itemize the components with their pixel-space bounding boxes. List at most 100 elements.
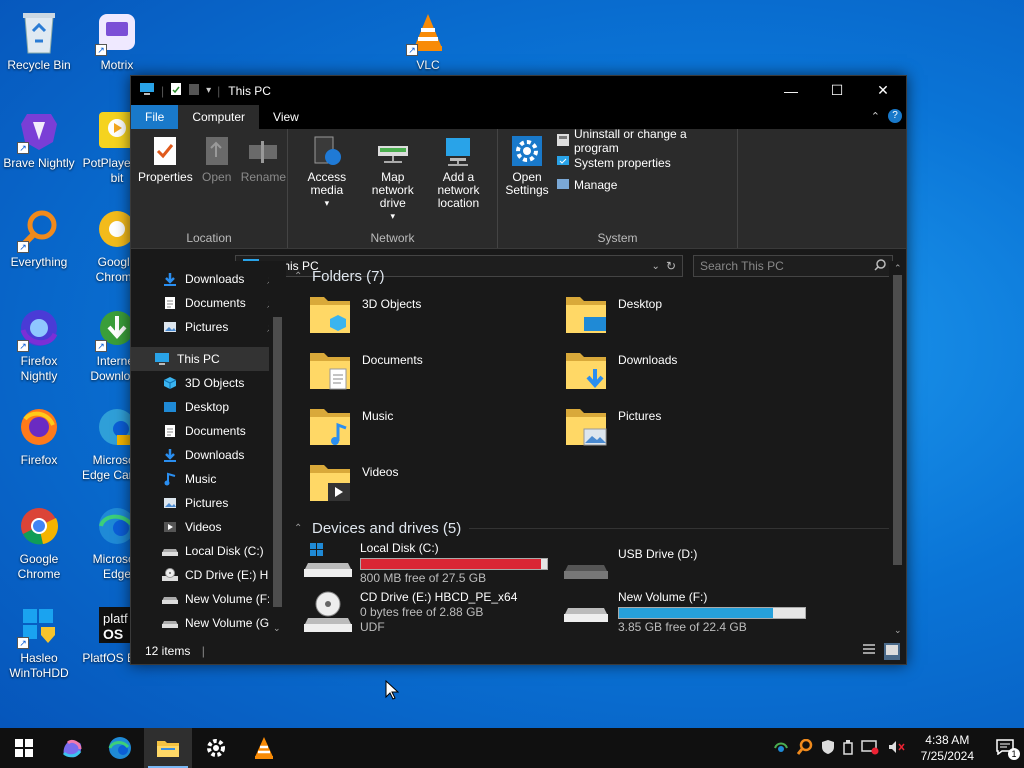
uninstall-program-button[interactable]: Uninstall or change a program: [556, 127, 733, 155]
title-bar[interactable]: | ▾ | This PC — ☐ ✕: [131, 76, 906, 105]
svg-text:OS: OS: [103, 626, 123, 642]
folder-desktop[interactable]: Desktop: [564, 293, 814, 340]
clock[interactable]: 4:38 AM 7/25/2024: [913, 732, 982, 764]
mouse-cursor-icon: [385, 680, 399, 700]
nav-item-3d-objects[interactable]: 3D Objects: [131, 371, 286, 395]
everything-tray-icon[interactable]: [796, 738, 813, 758]
details-view-icon[interactable]: [862, 643, 876, 660]
minimize-button[interactable]: —: [768, 76, 814, 105]
nav-item-pictures[interactable]: Pictures📌: [131, 315, 286, 339]
folder-3d-objects[interactable]: 3D Objects: [308, 293, 558, 340]
system-tray: 4:38 AM 7/25/2024 1: [773, 728, 1024, 768]
notification-badge: 1: [1008, 747, 1020, 760]
drive-usb-drive-d[interactable]: USB Drive (D:): [562, 547, 812, 590]
settings-taskbar-button[interactable]: [192, 728, 240, 768]
desktop-icon-brave-nightly[interactable]: ↗ Brave Nightly: [1, 106, 77, 186]
network-sync-icon[interactable]: [773, 740, 789, 757]
desktop-icon-firefox-nightly[interactable]: ↗ Firefox Nightly: [1, 304, 77, 384]
this-pc-icon: [153, 352, 171, 366]
open-icon: [199, 133, 235, 169]
uninstall-icon: [556, 133, 570, 150]
notification-center-icon[interactable]: 1: [990, 738, 1020, 760]
system-properties-button[interactable]: System properties: [556, 155, 733, 171]
desktop-icon-firefox[interactable]: Firefox: [1, 403, 77, 483]
drive-local-disk-c[interactable]: Local Disk (C:) 800 MB free of 27.5 GB: [304, 541, 554, 586]
window-title: This PC: [228, 83, 271, 98]
add-network-location-icon: [440, 133, 476, 169]
manage-button[interactable]: Manage: [556, 177, 733, 193]
large-icons-view-icon[interactable]: [884, 642, 900, 660]
nav-item-this-pc[interactable]: This PC: [131, 347, 286, 371]
collapse-chevron-icon: ⌃: [294, 522, 303, 534]
drive-icon: [562, 590, 610, 633]
vlc-icon: ↗: [404, 8, 452, 56]
nav-item-pictures[interactable]: Pictures: [131, 491, 286, 515]
desktop-icon-recycle-bin[interactable]: Recycle Bin: [1, 8, 77, 88]
copilot-icon: [62, 739, 82, 758]
drive-cd-drive-e-hbcd-pe-x64[interactable]: CD Drive (E:) HBCD_PE_x64 0 bytes free of…: [304, 590, 554, 638]
pictures-icon: [161, 497, 179, 509]
maximize-button[interactable]: ☐: [814, 76, 860, 105]
tab-view[interactable]: View: [259, 105, 313, 129]
nav-item-music[interactable]: Music: [131, 467, 286, 491]
desktop-icon-hasleo-wintohdd[interactable]: ↗ Hasleo WinToHDD: [1, 601, 77, 681]
volume-muted-icon[interactable]: [887, 739, 905, 758]
new-folder-quick-icon[interactable]: [188, 82, 200, 99]
settings-gear-icon: [509, 133, 545, 169]
access-media-icon: [309, 133, 345, 169]
network-disconnected-icon[interactable]: [860, 739, 879, 758]
copilot-button[interactable]: [48, 728, 96, 768]
close-button[interactable]: ✕: [860, 76, 906, 105]
help-icon[interactable]: ?: [888, 109, 902, 123]
nav-item-downloads[interactable]: Downloads: [131, 443, 286, 467]
system-properties-icon: [556, 155, 570, 172]
vlc-taskbar-button[interactable]: [240, 728, 288, 768]
drives-grid: Local Disk (C:) 800 MB free of 27.5 GB USB…: [294, 541, 906, 638]
desktop-icon-google-chrome[interactable]: Google Chrome: [1, 502, 77, 582]
nav-item-new-volume-f[interactable]: New Volume (F:): [131, 587, 286, 611]
folder-pictures[interactable]: Pictures: [564, 405, 814, 452]
nav-item-new-volume-g[interactable]: New Volume (G:: [131, 611, 286, 635]
properties-quick-icon[interactable]: [170, 82, 182, 99]
folder-icon: [308, 349, 352, 396]
recycle-bin-icon: [15, 8, 63, 56]
folder-downloads[interactable]: Downloads: [564, 349, 814, 396]
downloads-icon: [161, 448, 179, 462]
drive-usage-bar: [618, 607, 806, 619]
ribbon: Properties Open Rename Location Access m…: [131, 127, 906, 249]
desktop-icon: [161, 401, 179, 413]
collapse-ribbon-icon[interactable]: ⌃: [871, 110, 880, 123]
nav-item-documents[interactable]: Documents: [131, 419, 286, 443]
folder-videos[interactable]: Videos: [308, 461, 558, 508]
file-explorer-taskbar-button[interactable]: [144, 728, 192, 768]
properties-icon: [147, 133, 183, 169]
nav-item-videos[interactable]: Videos: [131, 515, 286, 539]
devices-section-header[interactable]: ⌃ Devices and drives (5): [294, 515, 906, 541]
tab-file[interactable]: File: [131, 105, 179, 129]
ribbon-tabs: File Computer View ⌃ ?: [131, 105, 906, 129]
nav-item-documents[interactable]: Documents📌: [131, 291, 286, 315]
folder-icon: [308, 461, 352, 508]
drive-new-volume-f[interactable]: New Volume (F:) 3.85 GB free of 22.4 GB: [562, 590, 812, 635]
desktop-icon-everything[interactable]: ↗ Everything: [1, 205, 77, 285]
customize-quick-access-icon[interactable]: ▾: [206, 85, 211, 96]
folder-music[interactable]: Music: [308, 405, 558, 452]
nav-item-cd-drive-e-hb[interactable]: CD Drive (E:) HB: [131, 563, 286, 587]
content-pane: ⌃ Folders (7) 3D Objects Desktop Documents…: [286, 261, 906, 638]
ribbon-group-location: Properties Open Rename Location: [131, 129, 288, 248]
nav-item-downloads[interactable]: Downloads📌: [131, 267, 286, 291]
content-scrollbar[interactable]: ⌃ ⌄: [889, 261, 906, 638]
edge-taskbar-button[interactable]: [96, 728, 144, 768]
drive-icon: [161, 594, 179, 604]
folder-documents[interactable]: Documents: [308, 349, 558, 396]
security-shield-icon[interactable]: [821, 739, 835, 758]
tab-computer[interactable]: Computer: [178, 105, 260, 129]
chrome-icon: [15, 502, 63, 550]
folders-section-header[interactable]: ⌃ Folders (7): [294, 263, 906, 289]
wintohdd-icon: ↗: [15, 601, 63, 649]
nav-item-desktop[interactable]: Desktop: [131, 395, 286, 419]
usb-device-icon[interactable]: [842, 739, 853, 758]
nav-item-local-disk-c[interactable]: Local Disk (C:): [131, 539, 286, 563]
start-button[interactable]: [0, 728, 48, 768]
nav-scrollbar[interactable]: ⌄: [269, 261, 286, 638]
